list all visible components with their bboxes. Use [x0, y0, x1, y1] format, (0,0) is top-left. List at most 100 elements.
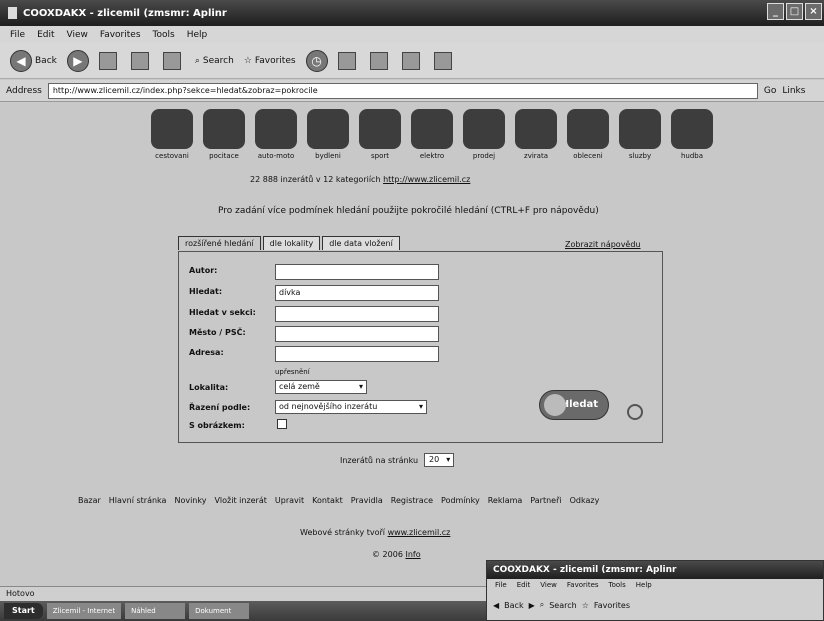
footer-credits: Webové stránky tvoří www.zlicemil.cz	[300, 528, 450, 537]
menu-help[interactable]: Help	[187, 30, 208, 40]
footer-copyright: © 2006 Info	[372, 550, 421, 559]
tab-by-location[interactable]: dle lokality	[262, 236, 321, 250]
menu-favorites[interactable]: Favorites	[100, 30, 141, 40]
help-link[interactable]: Zobrazit nápovědu	[565, 240, 641, 249]
mail-button[interactable]	[336, 48, 362, 74]
search-icon: ⌕	[539, 600, 545, 609]
computer-icon	[203, 109, 245, 149]
footer-link[interactable]: Pravidla	[351, 496, 383, 505]
footer-link[interactable]: Kontakt	[312, 496, 343, 505]
page-content: cestovani pocitace auto-moto bydleni spo…	[0, 103, 824, 586]
print-button[interactable]	[368, 48, 394, 74]
car-icon	[255, 109, 297, 149]
section-input[interactable]	[275, 306, 439, 322]
discuss-button[interactable]	[432, 48, 458, 74]
window-thumbnail[interactable]: COOXDAKX - zlicemil (zmsmr: Aplinr File …	[486, 560, 824, 621]
category-obleceni[interactable]: obleceni	[566, 109, 610, 160]
address-input[interactable]: http://www.zlicemil.cz/index.php?sekce=h…	[47, 82, 758, 99]
go-button[interactable]: Go	[764, 86, 776, 96]
services-icon	[619, 109, 661, 149]
locality-value: celá země	[279, 382, 320, 391]
category-prodej[interactable]: prodej	[462, 109, 506, 160]
footer-links: Bazar Hlavní stránka Novinky Vložit inze…	[78, 496, 599, 505]
search-label: Hledat:	[189, 287, 223, 296]
tagline: 22 888 inzerátů v 12 kategoriích http://…	[250, 175, 470, 184]
tab-by-date[interactable]: dle data vložení	[322, 236, 400, 250]
city-label: Město / PSČ:	[189, 328, 246, 337]
taskbar-item[interactable]: Zlicemil - Internet	[46, 603, 122, 619]
author-input[interactable]	[275, 264, 439, 280]
stop-button[interactable]	[97, 48, 123, 74]
links-button[interactable]: Links	[782, 86, 805, 96]
discuss-icon	[433, 51, 452, 70]
category-label: cestovani	[155, 152, 189, 160]
footer-link[interactable]: Vložit inzerát	[214, 496, 266, 505]
category-label: zvirata	[524, 152, 548, 160]
locality-select[interactable]: celá země ▾	[275, 380, 367, 394]
start-button[interactable]: Start	[4, 603, 43, 619]
edit-button[interactable]	[400, 48, 426, 74]
credits-link[interactable]: www.zlicemil.cz	[388, 528, 451, 537]
footer-link[interactable]: Novinky	[174, 496, 206, 505]
sale-icon	[463, 109, 505, 149]
sort-select[interactable]: od nejnovějšího inzerátu ▾	[275, 400, 427, 414]
address-field-input[interactable]	[275, 346, 439, 362]
help-icon[interactable]	[627, 404, 643, 420]
thumbnail-menu: File Edit View Favorites Tools Help	[487, 579, 823, 591]
tab-advanced-search[interactable]: rozšířené hledání	[178, 236, 261, 250]
history-button[interactable]: ◷	[304, 48, 330, 74]
menu-file[interactable]: File	[10, 30, 25, 40]
category-sluzby[interactable]: sluzby	[618, 109, 662, 160]
back-button[interactable]: ◀ Back	[8, 48, 59, 74]
with-image-checkbox[interactable]	[277, 419, 287, 429]
thumb-favorites-label: Favorites	[593, 600, 631, 610]
forward-arrow-icon: ▶	[528, 600, 535, 610]
footer-link[interactable]: Reklama	[488, 496, 523, 505]
chevron-down-icon: ▾	[446, 455, 451, 464]
back-arrow-icon: ◀	[10, 49, 32, 72]
menu-tools[interactable]: Tools	[153, 30, 175, 40]
footer-link[interactable]: Bazar	[78, 496, 101, 505]
per-page-select[interactable]: 20 ▾	[424, 453, 455, 467]
category-label: hudba	[680, 152, 704, 160]
footer-link[interactable]: Odkazy	[570, 496, 600, 505]
footer-link[interactable]: Registrace	[391, 496, 433, 505]
info-link[interactable]: Info	[405, 550, 420, 559]
search-button[interactable]: ⌕ Search	[193, 48, 236, 74]
category-bydleni[interactable]: bydleni	[306, 109, 350, 160]
thumb-back-label: Back	[504, 600, 524, 610]
category-sport[interactable]: sport	[358, 109, 402, 160]
find-button[interactable]: Hledat	[539, 390, 609, 420]
search-input[interactable]: dívka	[275, 285, 439, 301]
footer-link[interactable]: Podmínky	[441, 496, 480, 505]
category-zvirata[interactable]: zvirata	[514, 109, 558, 160]
tagline-link[interactable]: http://www.zlicemil.cz	[383, 175, 470, 184]
taskbar-item[interactable]: Dokument	[189, 603, 250, 619]
footer-link[interactable]: Upravit	[275, 496, 304, 505]
refresh-button[interactable]	[129, 48, 155, 74]
city-input[interactable]	[275, 326, 439, 342]
category-cestovani[interactable]: cestovani	[150, 109, 194, 160]
category-pocitace[interactable]: pocitace	[202, 109, 246, 160]
footer-link[interactable]: Hlavní stránka	[109, 496, 167, 505]
star-icon: ☆	[243, 55, 252, 66]
category-label: sport	[371, 152, 389, 160]
menu-view[interactable]: View	[67, 30, 88, 40]
minimize-button[interactable]: _	[767, 3, 784, 20]
home-button[interactable]	[161, 48, 187, 74]
favorites-button[interactable]: ☆ Favorites	[242, 48, 298, 74]
search-label: Search	[202, 55, 234, 66]
taskbar-item[interactable]: Náhled	[125, 603, 186, 619]
address-bar: Address http://www.zlicemil.cz/index.php…	[0, 80, 824, 102]
menu-edit[interactable]: Edit	[37, 30, 54, 40]
search-tabs: rozšířené hledání dle lokality dle data …	[178, 236, 400, 250]
category-hudba[interactable]: hudba	[670, 109, 714, 160]
footer-link[interactable]: Partneři	[530, 496, 561, 505]
category-auto-moto[interactable]: auto-moto	[254, 109, 298, 160]
maximize-button[interactable]: □	[786, 3, 803, 20]
address-label: Address	[6, 85, 42, 96]
forward-button[interactable]: ▶	[65, 48, 91, 74]
category-elektro[interactable]: elektro	[410, 109, 454, 160]
close-button[interactable]: ×	[805, 3, 822, 20]
browser-icon	[8, 7, 17, 19]
